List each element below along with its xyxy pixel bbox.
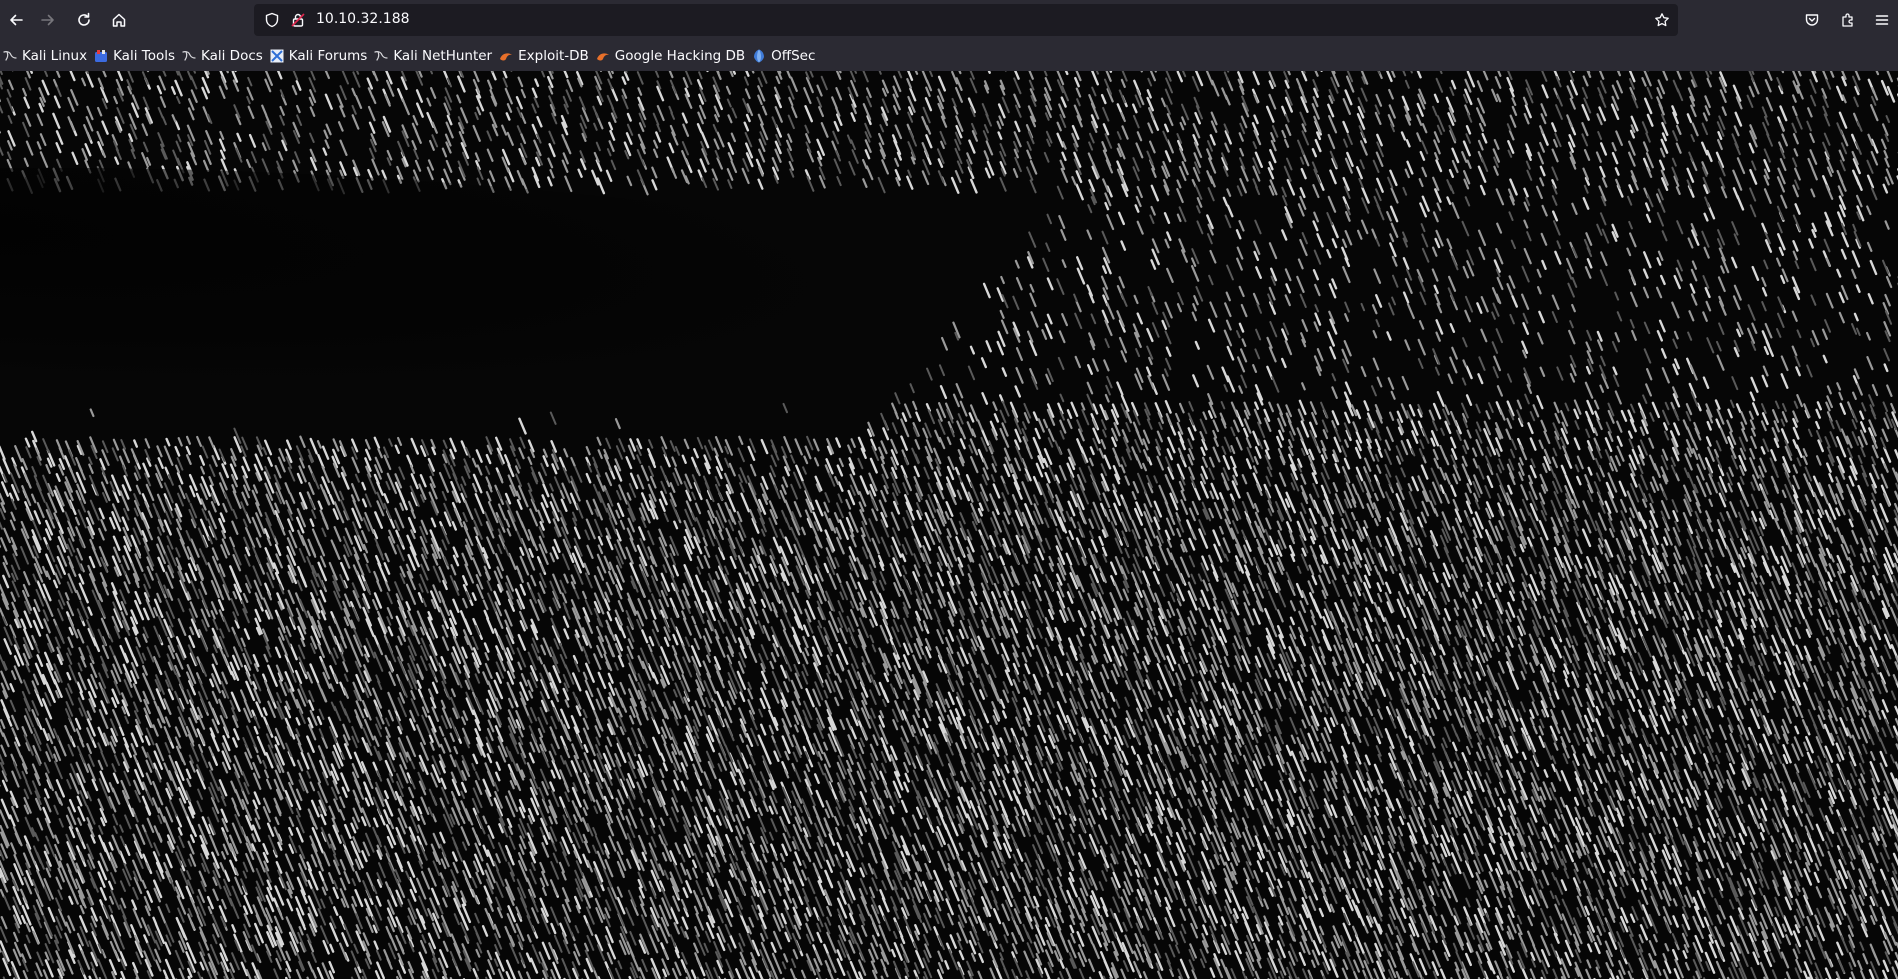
bookmark-google-hacking-db[interactable]: Google Hacking DB <box>593 44 749 68</box>
bookmark-exploit-db[interactable]: Exploit-DB <box>496 44 593 68</box>
home-icon <box>112 13 126 27</box>
url-text[interactable]: 10.10.32.188 <box>316 11 410 27</box>
bookmark-star-icon[interactable] <box>1654 12 1670 28</box>
bookmarks-toolbar: Kali Linux Kali Tools Kali Docs Kali For… <box>0 44 1898 68</box>
home-button[interactable] <box>103 4 135 36</box>
kali-dragon-icon <box>373 48 389 64</box>
bookmark-label: Kali NetHunter <box>393 48 493 64</box>
bookmark-kali-linux[interactable]: Kali Linux <box>0 44 91 68</box>
page-content <box>0 71 1898 979</box>
kali-dragon-icon <box>181 48 197 64</box>
browser-chrome: 10.10.32.188 Kali Linux Kali Tools Kali … <box>0 0 1898 71</box>
menu-button[interactable] <box>1866 4 1898 36</box>
exploit-db-icon <box>595 48 611 64</box>
menu-icon <box>1875 15 1889 25</box>
bookmark-label: Kali Forums <box>288 48 368 64</box>
pocket-button[interactable] <box>1796 4 1828 36</box>
bookmark-label: Exploit-DB <box>518 48 589 64</box>
bookmark-label: Kali Docs <box>201 48 263 64</box>
reload-button[interactable] <box>68 4 100 36</box>
back-button[interactable] <box>0 4 32 36</box>
forward-arrow-icon <box>41 14 54 26</box>
kali-tools-icon <box>93 48 109 64</box>
pocket-icon <box>1805 14 1819 26</box>
bookmark-kali-forums[interactable]: Kali Forums <box>267 44 372 68</box>
reload-icon <box>78 12 90 26</box>
bookmark-kali-docs[interactable]: Kali Docs <box>179 44 267 68</box>
extensions-button[interactable] <box>1832 4 1864 36</box>
navigation-toolbar: 10.10.32.188 <box>0 0 1898 40</box>
bookmark-label: Kali Tools <box>113 48 175 64</box>
url-bar[interactable]: 10.10.32.188 <box>254 4 1678 36</box>
forward-button[interactable] <box>32 4 64 36</box>
bookmark-kali-tools[interactable]: Kali Tools <box>91 44 179 68</box>
offsec-icon <box>751 48 767 64</box>
bookmark-label: Google Hacking DB <box>614 48 746 64</box>
bookmark-kali-nethunter[interactable]: Kali NetHunter <box>371 44 496 68</box>
tracking-shield-icon[interactable] <box>264 12 280 28</box>
back-arrow-icon <box>10 14 23 26</box>
background-image <box>0 71 1898 979</box>
insecure-lock-icon[interactable] <box>290 12 306 28</box>
bookmark-label: Kali Linux <box>22 48 88 64</box>
bookmark-offsec[interactable]: OffSec <box>749 44 819 68</box>
exploit-db-icon <box>498 48 514 64</box>
kali-dragon-icon <box>2 48 18 64</box>
extensions-icon <box>1842 13 1853 27</box>
bookmark-label: OffSec <box>771 48 816 64</box>
kali-forums-icon <box>269 48 285 64</box>
